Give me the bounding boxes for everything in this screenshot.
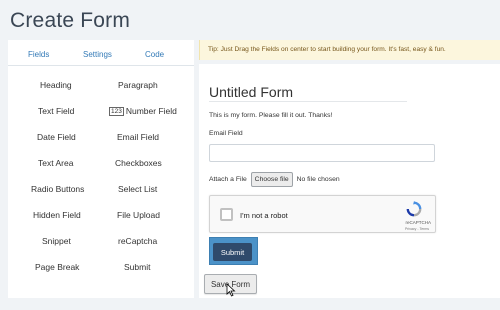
submit-selection-frame: Submit (209, 237, 258, 265)
recaptcha-label: I'm not a robot (240, 211, 288, 220)
field-submit[interactable]: Submit (124, 262, 150, 272)
recaptcha-checkbox[interactable] (220, 208, 233, 221)
field-text-field[interactable]: Text Field (38, 106, 74, 116)
field-heading[interactable]: Heading (40, 80, 72, 90)
field-file-upload[interactable]: File Upload (117, 210, 160, 220)
field-snippet[interactable]: Snippet (42, 236, 71, 246)
field-page-break[interactable]: Page Break (35, 262, 79, 272)
recaptcha-brand: reCAPTCHA (405, 220, 431, 225)
file-upload-label: Attach a File (209, 176, 247, 183)
field-number-field[interactable]: 123 Number Field (109, 106, 177, 116)
no-file-text: No file chosen (296, 176, 340, 183)
tip-banner: Tip: Just Drag the Fields on center to s… (199, 40, 500, 60)
field-text-area[interactable]: Text Area (38, 158, 73, 168)
submit-button[interactable]: Submit (213, 243, 252, 261)
page-title: Create Form (10, 9, 131, 32)
file-upload-row: Attach a File Choose file No file chosen (209, 172, 340, 187)
form-canvas: Untitled Form This is my form. Please fi… (199, 64, 500, 298)
field-radio-buttons[interactable]: Radio Buttons (31, 184, 84, 194)
email-field-input[interactable] (209, 144, 435, 162)
tab-settings[interactable]: Settings (83, 50, 112, 59)
field-date-field[interactable]: Date Field (37, 132, 76, 142)
recaptcha-logo-icon (406, 201, 422, 217)
form-description[interactable]: This is my form. Please fill it out. Tha… (209, 112, 332, 119)
field-recaptcha[interactable]: reCaptcha (118, 236, 157, 246)
field-email-field[interactable]: Email Field (117, 132, 159, 142)
panel-tabs: Fields Settings Code (8, 40, 194, 66)
choose-file-button[interactable]: Choose file (250, 172, 293, 187)
number-icon: 123 (109, 107, 124, 116)
email-field-label: Email Field (209, 130, 243, 137)
recaptcha-widget: I'm not a robot reCAPTCHA Privacy - Term… (209, 195, 436, 233)
tab-code[interactable]: Code (145, 50, 164, 59)
form-title[interactable]: Untitled Form (209, 84, 293, 100)
mouse-cursor-icon (226, 283, 236, 297)
field-hidden-field[interactable]: Hidden Field (33, 210, 81, 220)
field-number-label: Number Field (125, 106, 177, 116)
recaptcha-privacy-terms[interactable]: Privacy - Terms (405, 227, 429, 231)
field-checkboxes[interactable]: Checkboxes (115, 158, 162, 168)
field-paragraph[interactable]: Paragraph (118, 80, 158, 90)
tab-fields[interactable]: Fields (28, 50, 49, 59)
form-title-divider (209, 101, 407, 102)
fields-panel: Fields Settings Code Heading Paragraph T… (8, 40, 194, 298)
field-select-list[interactable]: Select List (118, 184, 157, 194)
